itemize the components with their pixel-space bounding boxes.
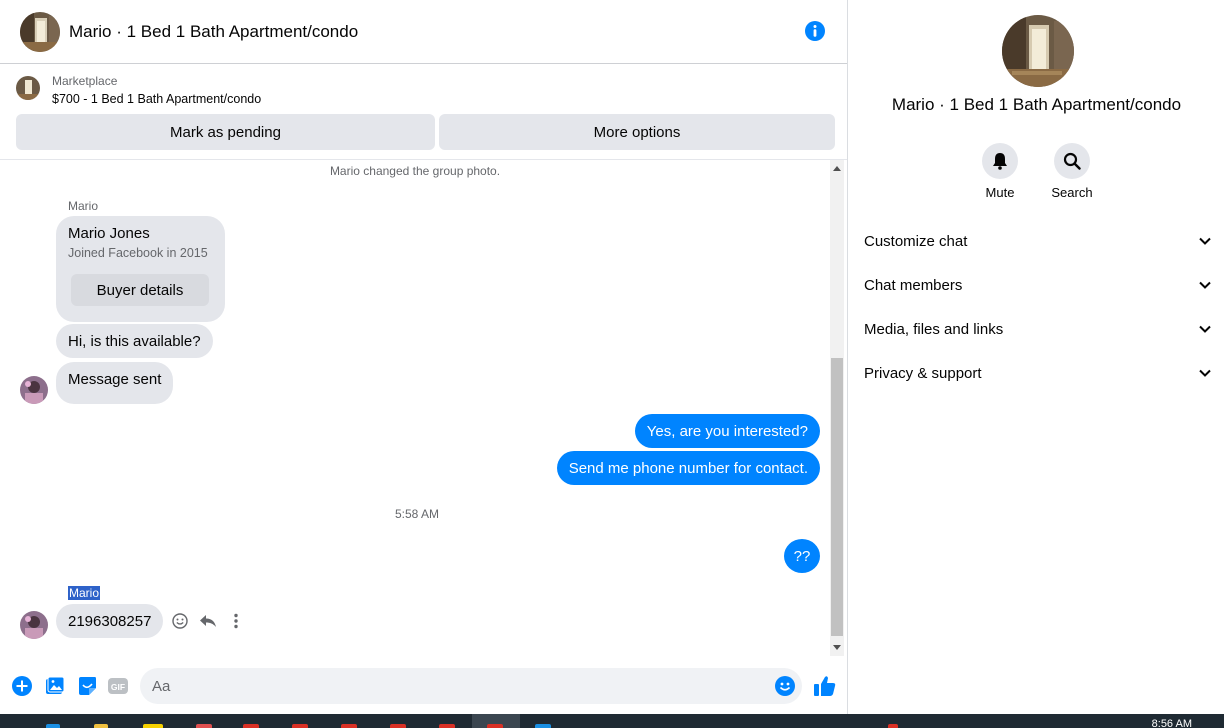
incoming-message[interactable]: Message sent xyxy=(56,362,174,404)
taskbar-app-icon[interactable] xyxy=(94,724,108,728)
sender-name: Mario xyxy=(68,199,99,213)
search-icon xyxy=(1063,152,1081,170)
customize-chat-row[interactable]: Customize chat xyxy=(864,221,1211,261)
chevron-down-icon xyxy=(1199,369,1211,377)
scroll-down-arrow[interactable] xyxy=(833,645,841,650)
taskbar-app-icon[interactable] xyxy=(243,724,259,728)
mark-pending-button[interactable]: Mark as pending xyxy=(16,114,435,150)
gif-label: GIF xyxy=(111,682,125,692)
message-scrollbar[interactable] xyxy=(830,160,844,656)
menu-label: Media, files and links xyxy=(864,320,1004,338)
composer: GIF xyxy=(0,664,847,708)
react-icon[interactable] xyxy=(171,612,189,630)
search-action[interactable]: Search xyxy=(1042,143,1102,200)
chat-column: Mario · 1 Bed 1 Bath Apartment/condo Mar… xyxy=(0,0,848,714)
plus-icon[interactable] xyxy=(12,676,32,696)
gif-icon[interactable]: GIF xyxy=(108,676,128,696)
panel-avatar[interactable] xyxy=(1002,15,1074,87)
messenger-window: Mario · 1 Bed 1 Bath Apartment/condo Mar… xyxy=(0,0,1224,728)
incoming-message[interactable]: 2196308257 xyxy=(56,604,164,638)
chevron-down-icon xyxy=(1199,325,1211,333)
listing-thumbnail[interactable] xyxy=(16,76,40,100)
mute-action[interactable]: Mute xyxy=(970,143,1030,200)
outgoing-message[interactable]: ?? xyxy=(784,539,820,573)
media-files-row[interactable]: Media, files and links xyxy=(864,309,1211,349)
reply-icon[interactable] xyxy=(199,612,217,630)
taskbar-app-icon[interactable] xyxy=(535,724,551,728)
more-options-button[interactable]: More options xyxy=(439,114,835,150)
taskbar-app-icon[interactable] xyxy=(390,724,406,728)
info-panel: Mario · 1 Bed 1 Bath Apartment/condo Mut… xyxy=(849,0,1224,714)
sticker-icon[interactable] xyxy=(77,676,97,696)
sender-name: Mario xyxy=(68,586,101,600)
marketplace-label: Marketplace xyxy=(52,74,118,88)
menu-label: Privacy & support xyxy=(864,364,982,382)
taskbar-app-icon[interactable] xyxy=(341,724,357,728)
chat-title: Mario · 1 Bed 1 Bath Apartment/condo xyxy=(69,21,359,41)
privacy-support-row[interactable]: Privacy & support xyxy=(864,353,1211,393)
group-avatar[interactable] xyxy=(20,11,60,52)
search-button[interactable] xyxy=(1054,143,1090,179)
buyer-details-button[interactable]: Buyer details xyxy=(71,274,209,306)
taskbar-clock: 8:56 AM xyxy=(1151,718,1192,728)
marketplace-bar: Marketplace $700 - 1 Bed 1 Bath Apartmen… xyxy=(0,64,847,160)
buyer-joined: Joined Facebook in 2015 xyxy=(68,246,208,260)
taskbar-app-icon[interactable] xyxy=(292,724,308,728)
message-input[interactable] xyxy=(140,668,802,704)
buyer-card: Mario Jones Joined Facebook in 2015 Buye… xyxy=(56,216,225,322)
chat-members-row[interactable]: Chat members xyxy=(864,265,1211,305)
buyer-name: Mario Jones xyxy=(68,225,150,242)
scroll-up-arrow[interactable] xyxy=(833,166,841,171)
chevron-down-icon xyxy=(1199,237,1211,245)
mute-label: Mute xyxy=(985,185,1015,200)
scroll-thumb[interactable] xyxy=(831,358,843,636)
taskbar-app-icon[interactable] xyxy=(143,724,163,728)
search-label: Search xyxy=(1051,185,1093,200)
tray-icon[interactable] xyxy=(888,724,898,728)
photo-icon[interactable] xyxy=(45,676,65,696)
emoji-icon[interactable] xyxy=(775,676,795,696)
outgoing-message[interactable]: Yes, are you interested? xyxy=(634,414,820,448)
info-icon[interactable] xyxy=(805,21,825,41)
panel-title: Mario · 1 Bed 1 Bath Apartment/condo xyxy=(891,95,1182,114)
taskbar-app-icon[interactable] xyxy=(196,724,212,728)
chat-header: Mario · 1 Bed 1 Bath Apartment/condo xyxy=(0,0,847,64)
message-timestamp: 5:58 AM xyxy=(394,507,440,521)
taskbar-app-icon[interactable] xyxy=(439,724,455,728)
sender-avatar[interactable] xyxy=(20,611,48,639)
chevron-down-icon xyxy=(1199,281,1211,289)
sender-avatar[interactable] xyxy=(20,376,48,404)
mute-button[interactable] xyxy=(982,143,1018,179)
incoming-message[interactable]: Hi, is this available? xyxy=(56,324,213,358)
menu-label: Customize chat xyxy=(864,232,968,250)
taskbar-app-icon[interactable] xyxy=(487,724,503,728)
system-notice: Mario changed the group photo. xyxy=(329,164,501,178)
listing-title[interactable]: $700 - 1 Bed 1 Bath Apartment/condo xyxy=(52,92,261,106)
like-icon[interactable] xyxy=(813,674,837,698)
taskbar-app-icon[interactable] xyxy=(46,724,60,728)
bell-icon xyxy=(993,153,1007,170)
more-icon[interactable] xyxy=(227,612,245,630)
outgoing-message[interactable]: Send me phone number for contact. xyxy=(556,451,820,485)
menu-label: Chat members xyxy=(864,276,963,294)
taskbar: 8:56 AM xyxy=(0,714,1224,728)
message-list: Mario changed the group photo. Mario Mar… xyxy=(0,160,830,656)
